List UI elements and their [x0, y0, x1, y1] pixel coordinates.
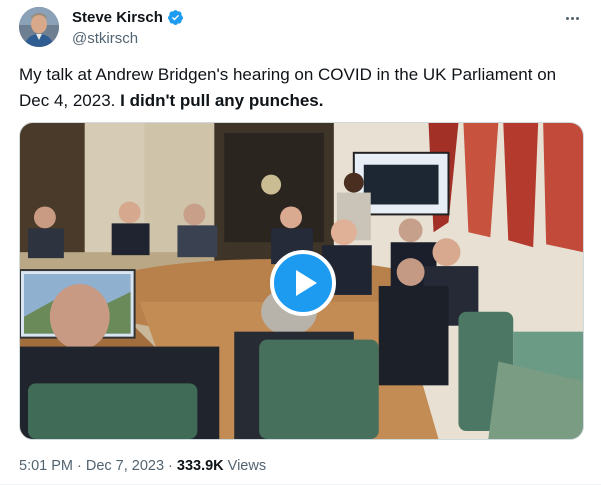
- tweet-time[interactable]: 5:01 PM: [19, 458, 73, 474]
- avatar-image: [19, 7, 59, 47]
- avatar[interactable]: [19, 7, 59, 47]
- views-label: Views: [227, 458, 267, 474]
- play-button[interactable]: [270, 250, 336, 316]
- tweet-card: Steve Kirsch @stkirsch My talk at Andrew…: [0, 0, 601, 485]
- author-handle[interactable]: @stkirsch: [72, 30, 138, 47]
- meta-separator: ·: [168, 458, 173, 474]
- author-name-row: Steve Kirsch: [72, 9, 184, 26]
- views-count[interactable]: 333.9K: [177, 458, 224, 474]
- tweet-meta: 5:01 PM · Dec 7, 2023 · 333.9K Views: [19, 458, 266, 474]
- tweet-date[interactable]: Dec 7, 2023: [86, 458, 164, 474]
- author-display-name[interactable]: Steve Kirsch: [72, 9, 163, 26]
- verified-badge-icon[interactable]: [167, 9, 184, 26]
- more-options-icon[interactable]: [561, 7, 583, 29]
- meta-separator: ·: [77, 458, 82, 474]
- tweet-text-bold: I didn't pull any punches.: [120, 91, 324, 110]
- play-icon: [295, 270, 317, 296]
- video-media[interactable]: [19, 122, 584, 440]
- tweet-text: My talk at Andrew Bridgen's hearing on C…: [19, 62, 579, 114]
